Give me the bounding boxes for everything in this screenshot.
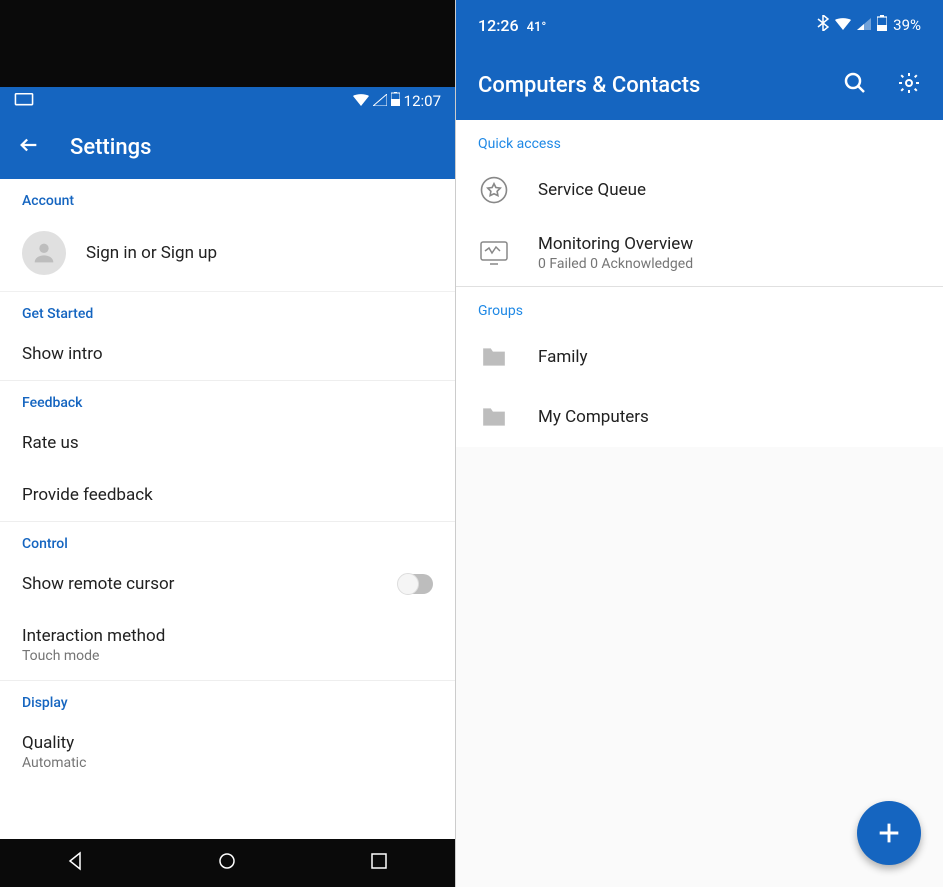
settings-phone: 12:07 Settings Account Sign in or Sign u… [0, 0, 455, 887]
show-intro-label: Show intro [22, 344, 103, 364]
sign-in-row[interactable]: Sign in or Sign up [0, 215, 455, 291]
wifi-icon [835, 16, 851, 34]
app-bar: Settings [0, 115, 455, 179]
settings-list: Account Sign in or Sign up Get Started S… [0, 179, 455, 839]
show-intro-row[interactable]: Show intro [0, 328, 455, 380]
bluetooth-icon [817, 15, 829, 35]
battery-icon [877, 15, 887, 35]
status-temp: 41° [527, 20, 547, 35]
folder-icon [478, 341, 510, 373]
section-header-groups: Groups [456, 287, 943, 327]
android-navbar [0, 839, 455, 887]
nav-home-icon[interactable] [217, 851, 237, 875]
content: Quick access Service Queue Monitoring Ov… [456, 120, 943, 887]
monitoring-label: Monitoring Overview [538, 234, 693, 254]
section-header-quickaccess: Quick access [456, 120, 943, 160]
status-time: 12:26 [478, 16, 519, 35]
status-bar: 12:07 [0, 87, 455, 115]
rate-us-row[interactable]: Rate us [0, 417, 455, 469]
interaction-method-row[interactable]: Interaction method Touch mode [0, 610, 455, 680]
group-family-row[interactable]: Family [456, 327, 943, 387]
computers-phone: 12:26 41° 39% Computers & Contacts Quick… [455, 0, 943, 887]
star-icon [478, 174, 510, 206]
signal-icon [373, 92, 387, 110]
search-icon[interactable] [843, 71, 867, 99]
wifi-icon [353, 92, 369, 110]
status-time: 12:07 [404, 92, 441, 110]
group-family-label: Family [538, 347, 588, 367]
section-header-feedback: Feedback [0, 381, 455, 417]
signal-icon [857, 16, 871, 34]
battery-icon [391, 92, 400, 110]
page-title: Settings [70, 135, 151, 160]
avatar-icon [22, 231, 66, 275]
battery-percent: 39% [893, 16, 921, 34]
service-queue-row[interactable]: Service Queue [456, 160, 943, 220]
cast-icon [14, 92, 34, 111]
interaction-method-label: Interaction method [22, 626, 433, 646]
monitoring-row[interactable]: Monitoring Overview 0 Failed 0 Acknowled… [456, 220, 943, 286]
back-icon[interactable] [18, 134, 40, 160]
section-header-display: Display [0, 681, 455, 717]
nav-recent-icon[interactable] [369, 851, 389, 875]
add-fab[interactable] [857, 801, 921, 865]
sign-in-label: Sign in or Sign up [86, 243, 217, 263]
provide-feedback-row[interactable]: Provide feedback [0, 469, 455, 521]
remote-cursor-label: Show remote cursor [22, 574, 379, 594]
section-header-account: Account [0, 179, 455, 215]
top-padding [0, 0, 455, 87]
section-header-control: Control [0, 522, 455, 558]
monitor-icon [478, 237, 510, 269]
monitoring-sub: 0 Failed 0 Acknowledged [538, 256, 693, 272]
quality-label: Quality [22, 733, 433, 753]
status-bar: 12:26 41° 39% [456, 0, 943, 50]
folder-icon [478, 401, 510, 433]
gear-icon[interactable] [897, 71, 921, 99]
section-header-getstarted: Get Started [0, 292, 455, 328]
app-bar: Computers & Contacts [456, 50, 943, 120]
remote-cursor-row[interactable]: Show remote cursor [0, 558, 455, 610]
group-mycomputers-row[interactable]: My Computers [456, 387, 943, 447]
service-queue-label: Service Queue [538, 180, 646, 200]
group-mycomputers-label: My Computers [538, 407, 649, 427]
quality-row[interactable]: Quality Automatic [0, 717, 455, 781]
provide-feedback-label: Provide feedback [22, 485, 153, 505]
quality-sub: Automatic [22, 755, 433, 771]
nav-back-icon[interactable] [66, 851, 86, 875]
remote-cursor-toggle[interactable] [399, 574, 433, 594]
interaction-method-sub: Touch mode [22, 648, 433, 664]
page-title: Computers & Contacts [478, 73, 700, 98]
rate-us-label: Rate us [22, 433, 79, 453]
